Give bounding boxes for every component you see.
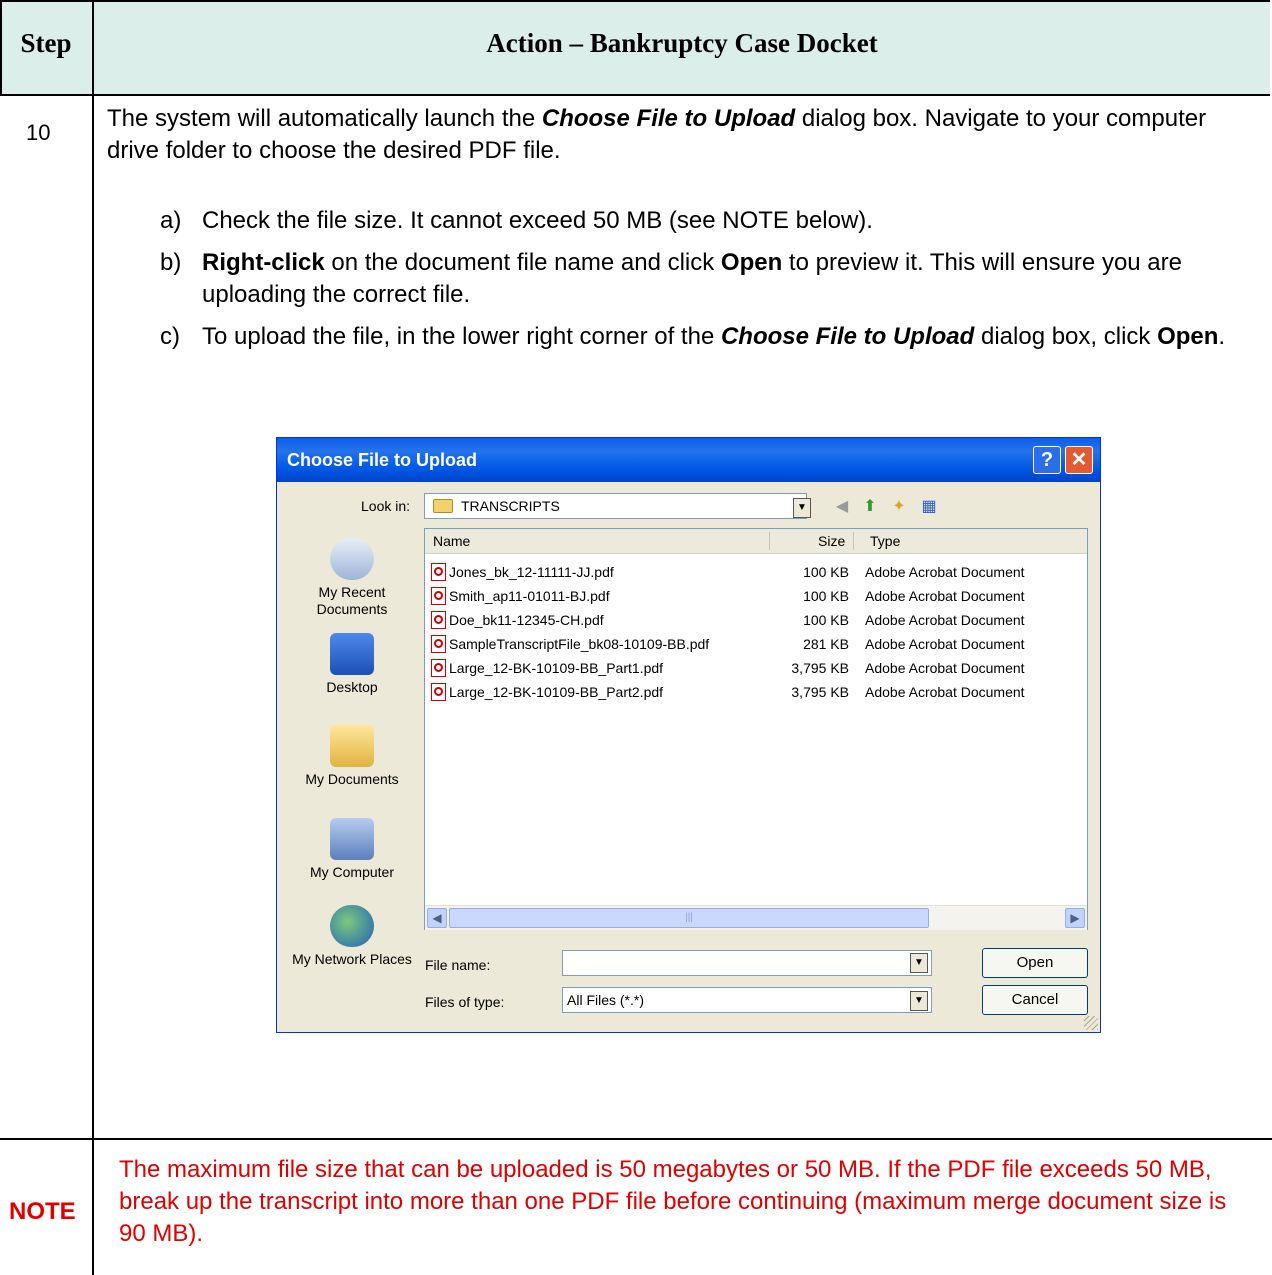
file-list: Name Size Type Jones_bk_12-11111-JJ.pdf … xyxy=(424,528,1088,930)
up-folder-icon[interactable]: ⬆ xyxy=(860,497,880,517)
close-icon[interactable]: ✕ xyxy=(1065,446,1093,474)
dialog-title-bar[interactable]: Choose File to Upload ? ✕ xyxy=(277,438,1100,482)
new-folder-icon[interactable]: ✦ xyxy=(889,497,909,517)
my-computer-icon xyxy=(330,818,374,860)
open-button[interactable]: Open xyxy=(982,948,1088,978)
chevron-down-icon[interactable]: ▼ xyxy=(910,991,928,1011)
place-my-computer[interactable]: My Computer xyxy=(287,818,417,881)
place-my-recent-documents[interactable]: My Recent Documents xyxy=(287,538,417,618)
back-icon[interactable]: ◀ xyxy=(832,497,852,517)
file-row[interactable]: SampleTranscriptFile_bk08-10109-BB.pdf 2… xyxy=(425,633,1087,657)
file-name-input[interactable] xyxy=(562,950,932,976)
pdf-file-icon xyxy=(431,683,446,701)
pdf-file-icon xyxy=(431,611,446,629)
place-my-documents[interactable]: My Documents xyxy=(287,725,417,788)
look-in-value: TRANSCRIPTS xyxy=(461,498,560,514)
choose-file-dialog: Choose File to Upload ? ✕ Look in: TRANS… xyxy=(276,437,1101,1033)
scroll-left-icon[interactable]: ◀ xyxy=(427,908,447,928)
scroll-right-icon[interactable]: ▶ xyxy=(1065,908,1085,928)
instruction-table: Step Action – Bankruptcy Case Docket 10 … xyxy=(0,0,1272,1275)
note-label: NOTE xyxy=(9,1198,76,1225)
place-my-network-places[interactable]: My Network Places xyxy=(287,905,417,968)
desktop-icon xyxy=(330,633,374,675)
pdf-file-icon xyxy=(431,635,446,653)
resize-grip-icon[interactable] xyxy=(1084,1016,1098,1030)
dialog-name-emphasis: Choose File to Upload xyxy=(541,105,796,132)
place-desktop[interactable]: Desktop xyxy=(287,633,417,696)
file-row[interactable]: Doe_bk11-12345-CH.pdf 100 KB Adobe Acrob… xyxy=(425,609,1087,633)
action-column-header: Action – Bankruptcy Case Docket xyxy=(486,28,878,58)
step-intro: The system will automatically launch the… xyxy=(107,105,1207,164)
step-number: 10 xyxy=(26,120,51,145)
look-in-dropdown[interactable]: TRANSCRIPTS xyxy=(424,493,807,519)
row-divider xyxy=(0,1138,1272,1140)
column-header-type[interactable]: Type xyxy=(870,533,900,549)
column-divider xyxy=(92,96,94,1275)
column-header-size[interactable]: Size xyxy=(818,533,845,549)
list-item: c) To upload the file, in the lower right… xyxy=(160,323,1226,350)
view-menu-icon[interactable]: ▦ xyxy=(919,497,939,517)
look-in-label: Look in: xyxy=(361,498,411,514)
file-row[interactable]: Smith_ap11-01011-BJ.pdf 100 KB Adobe Acr… xyxy=(425,585,1087,609)
step-column-header: Step xyxy=(20,28,72,58)
chevron-down-icon[interactable]: ▼ xyxy=(793,498,811,518)
help-icon[interactable]: ? xyxy=(1033,446,1061,474)
note-text: The maximum file size that can be upload… xyxy=(119,1156,1227,1247)
folder-icon xyxy=(433,499,453,513)
file-row[interactable]: Large_12-BK-10109-BB_Part2.pdf 3,795 KB … xyxy=(425,681,1087,705)
dialog-title: Choose File to Upload xyxy=(287,450,478,470)
pdf-file-icon xyxy=(431,587,446,605)
files-of-type-label: Files of type: xyxy=(425,994,505,1010)
file-row[interactable]: Large_12-BK-10109-BB_Part1.pdf 3,795 KB … xyxy=(425,657,1087,681)
list-item: b) Right-click on the document file name … xyxy=(160,249,1182,308)
cancel-button[interactable]: Cancel xyxy=(982,985,1088,1015)
horizontal-scrollbar[interactable]: ◀ ||| ▶ xyxy=(425,905,1087,930)
file-list-header: Name Size Type xyxy=(425,529,1087,554)
network-globe-icon xyxy=(330,905,374,947)
instruction-list: a) Check the file size. It cannot exceed … xyxy=(160,205,1270,363)
my-documents-icon xyxy=(330,725,374,767)
list-item: a) Check the file size. It cannot exceed … xyxy=(160,207,873,234)
file-name-label: File name: xyxy=(425,957,491,973)
recent-documents-icon xyxy=(330,538,374,580)
files-of-type-select[interactable]: All Files (*.*) xyxy=(562,987,932,1013)
column-header-name[interactable]: Name xyxy=(433,533,470,549)
chevron-down-icon[interactable]: ▼ xyxy=(910,953,928,973)
file-row[interactable]: Jones_bk_12-11111-JJ.pdf 100 KB Adobe Ac… xyxy=(425,561,1087,585)
scrollbar-thumb[interactable]: ||| xyxy=(449,908,929,928)
pdf-file-icon xyxy=(431,659,446,677)
pdf-file-icon xyxy=(431,563,446,581)
